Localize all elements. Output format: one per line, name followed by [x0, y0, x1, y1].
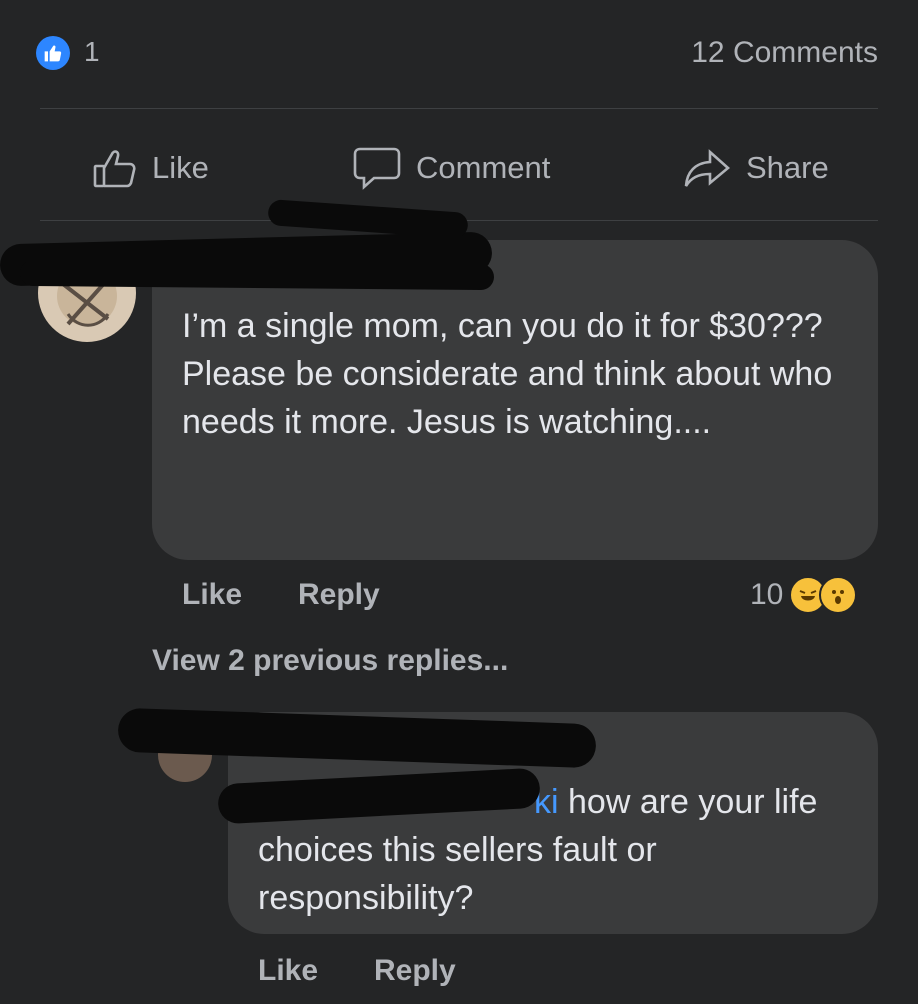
redaction-mark — [267, 199, 469, 239]
reaction-count[interactable]: 1 — [84, 36, 100, 68]
like-button[interactable]: Like — [92, 140, 209, 196]
share-label: Share — [746, 150, 829, 185]
divider — [40, 108, 878, 109]
comment-reactions[interactable]: 10 — [750, 576, 858, 614]
comment-reply-link[interactable]: Reply — [298, 578, 380, 612]
reply-reply-link[interactable]: Reply — [374, 954, 456, 988]
view-previous-replies-link[interactable]: View 2 previous replies... — [152, 644, 508, 678]
comment-button[interactable]: Comment — [352, 140, 550, 196]
like-label: Like — [152, 150, 209, 185]
share-button[interactable]: Share — [682, 140, 829, 196]
reply-like-link[interactable]: Like — [258, 954, 318, 988]
comment-label: Comment — [416, 150, 551, 185]
like-reaction-icon[interactable] — [36, 36, 70, 70]
wow-emoji-icon — [819, 576, 858, 614]
comment-bubble-icon — [353, 147, 401, 190]
comments-count-link[interactable]: 12 Comments — [691, 36, 878, 70]
share-arrow-icon — [684, 149, 730, 187]
thumbs-up-icon — [93, 150, 136, 188]
redaction-mark — [19, 259, 495, 291]
comment-text: I’m a single mom, can you do it for $30?… — [182, 307, 833, 441]
comment-like-link[interactable]: Like — [182, 578, 242, 612]
reaction-count: 10 — [750, 578, 784, 611]
